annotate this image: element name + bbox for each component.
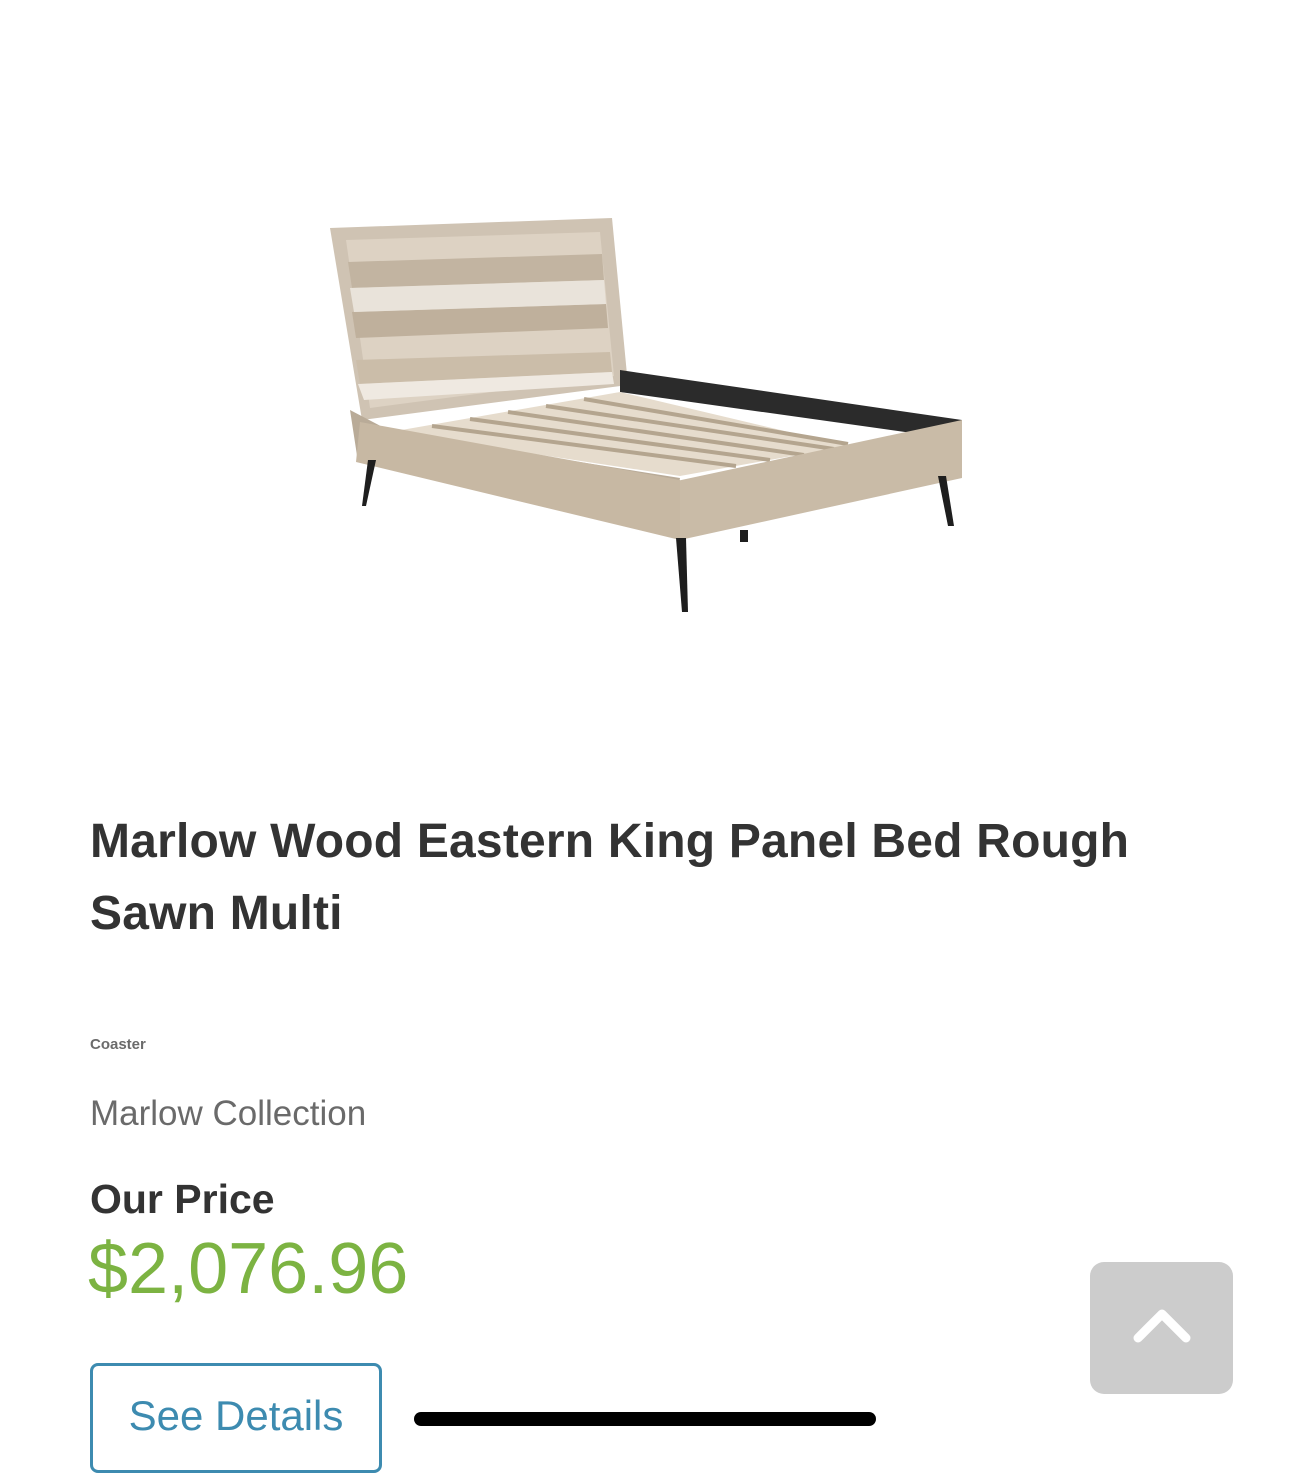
- product-title[interactable]: Marlow Wood Eastern King Panel Bed Rough…: [90, 806, 1200, 950]
- scroll-to-top-button[interactable]: [1090, 1262, 1233, 1394]
- home-indicator: [414, 1412, 876, 1426]
- see-details-button[interactable]: See Details: [90, 1363, 382, 1473]
- collection-name: Marlow Collection: [90, 1094, 367, 1133]
- product-image[interactable]: [300, 170, 980, 630]
- chevron-up-icon: [1133, 1309, 1191, 1343]
- brand-name: Coaster: [90, 1036, 146, 1053]
- price-label: Our Price: [90, 1176, 275, 1222]
- price-value: $2,076.96: [88, 1229, 409, 1309]
